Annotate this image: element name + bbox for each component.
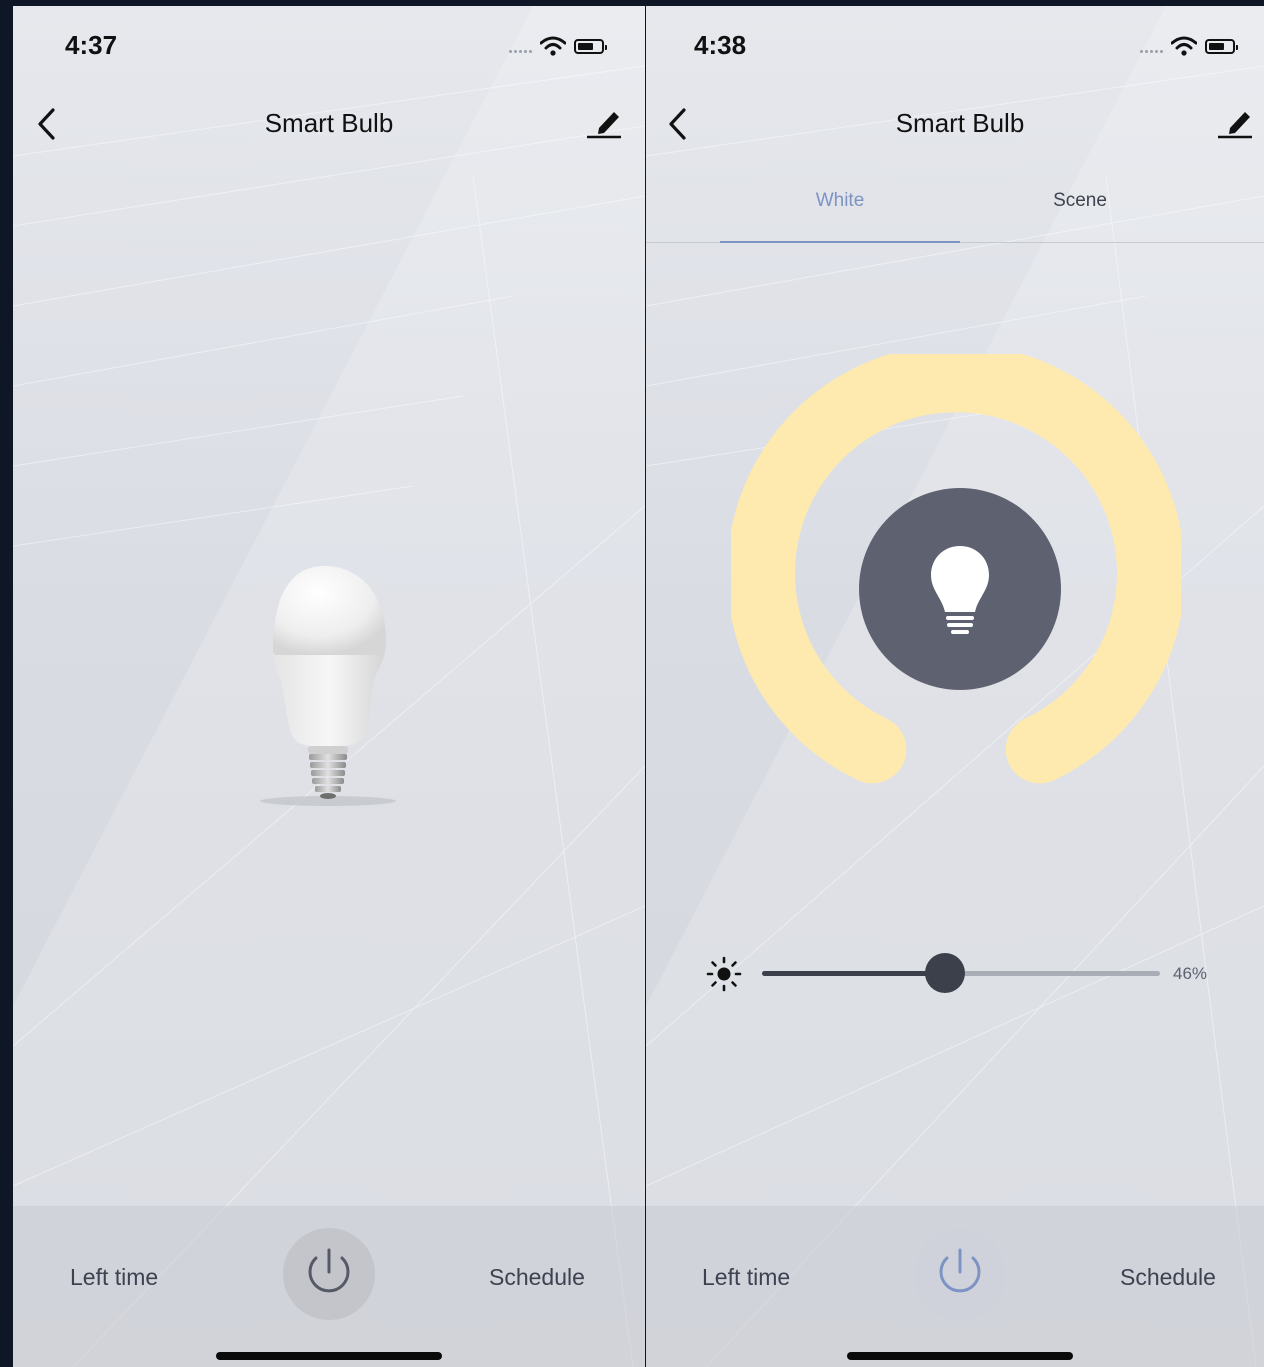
status-icons — [509, 36, 607, 56]
bottom-control-bar: Left time Schedule — [13, 1206, 645, 1367]
tab-scene[interactable]: Scene — [960, 190, 1200, 212]
brightness-slider-row: 46% — [706, 951, 1226, 997]
active-tab-indicator — [720, 241, 960, 243]
status-time: 4:37 — [65, 30, 118, 60]
cellular-signal-icon — [509, 49, 532, 53]
brightness-slider-track[interactable] — [762, 953, 1160, 993]
wifi-icon — [540, 36, 566, 56]
status-icons — [1140, 36, 1238, 56]
pencil-edit-icon — [587, 112, 621, 139]
battery-icon — [1205, 38, 1238, 54]
home-indicator[interactable] — [216, 1352, 442, 1360]
brightness-slider-thumb[interactable] — [925, 953, 966, 993]
power-icon — [939, 1248, 981, 1293]
mode-tabs: White Scene — [646, 176, 1264, 243]
left-time-button[interactable]: Left time — [70, 1264, 158, 1291]
power-button[interactable] — [914, 1228, 1006, 1320]
screen-on-state: 4:38 Smart Bulb White Scene 46% Left tim… — [646, 6, 1264, 1367]
schedule-button[interactable]: Schedule — [489, 1264, 585, 1291]
chevron-left-icon — [669, 108, 686, 140]
bulb-image — [260, 566, 396, 806]
tab-white[interactable]: White — [720, 190, 960, 212]
power-icon — [308, 1248, 350, 1293]
cellular-signal-icon — [1140, 49, 1163, 53]
back-button[interactable] — [660, 102, 700, 146]
brightness-slider-fill — [762, 971, 946, 976]
wifi-icon — [1171, 36, 1197, 56]
status-time: 4:38 — [694, 30, 747, 60]
edit-button[interactable] — [1216, 102, 1256, 144]
bottom-control-bar: Left time Schedule — [646, 1206, 1264, 1367]
schedule-button[interactable]: Schedule — [1120, 1264, 1216, 1291]
color-temperature-dial[interactable] — [731, 354, 1181, 804]
power-button[interactable] — [283, 1228, 375, 1320]
brightness-sun-icon — [706, 956, 742, 992]
chevron-left-icon — [38, 108, 55, 140]
edit-button[interactable] — [585, 102, 625, 144]
screen-off-state: 4:37 Smart Bulb Left time Schedule — [13, 6, 645, 1367]
home-indicator[interactable] — [847, 1352, 1073, 1360]
brightness-value: 46% — [1173, 964, 1208, 983]
left-time-button[interactable]: Left time — [702, 1264, 790, 1291]
page-title: Smart Bulb — [895, 108, 1025, 138]
back-button[interactable] — [29, 102, 69, 146]
battery-icon — [574, 38, 607, 54]
page-title: Smart Bulb — [264, 108, 394, 138]
pencil-edit-icon — [1218, 112, 1252, 139]
